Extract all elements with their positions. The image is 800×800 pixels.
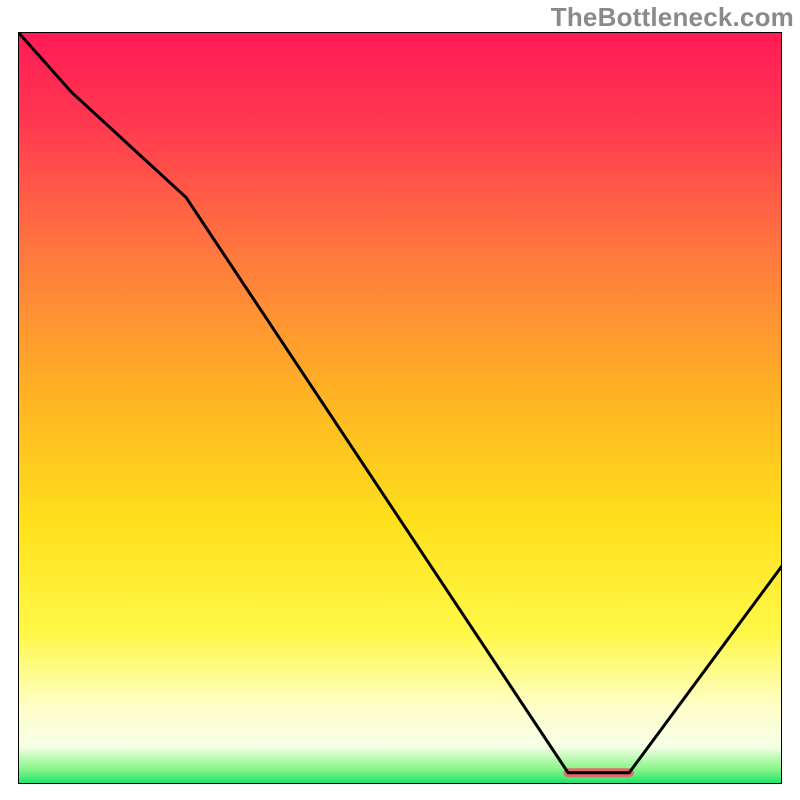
chart-container: TheBottleneck.com bbox=[0, 0, 800, 800]
watermark-label: TheBottleneck.com bbox=[551, 2, 794, 33]
gradient-background bbox=[18, 32, 782, 784]
plot-area bbox=[18, 32, 782, 784]
chart-svg bbox=[18, 32, 782, 784]
